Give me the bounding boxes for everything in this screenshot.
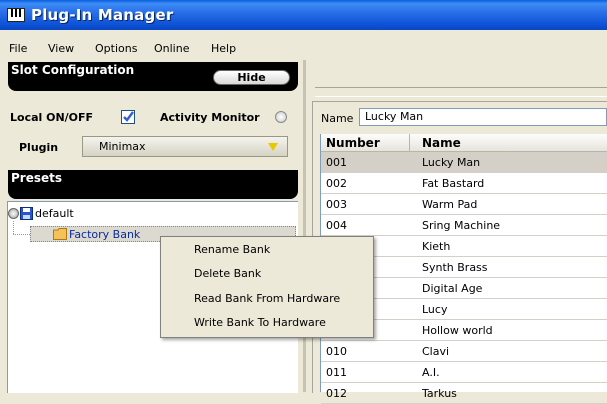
row-name: Sring Machine	[422, 219, 501, 232]
right-panel-groove	[315, 87, 607, 97]
menu-bar: File View Options Online Help	[0, 30, 607, 60]
table-row[interactable]: 012 Tarkus	[321, 383, 607, 404]
piano-keyboard-icon	[7, 8, 25, 22]
table-row[interactable]: 002 Fat Bastard	[321, 173, 607, 194]
menu-item-delete-bank[interactable]: Delete Bank	[194, 267, 261, 280]
table-row[interactable]: 001 Lucky Man	[321, 152, 607, 173]
tree-connector	[13, 221, 15, 234]
local-onoff-label: Local ON/OFF	[10, 111, 94, 124]
column-header-name[interactable]: Name	[422, 136, 461, 150]
context-menu: Rename Bank Delete Bank Read Bank From H…	[160, 236, 374, 338]
plugin-label: Plugin	[19, 141, 59, 154]
slot-config-title: Slot Configuration	[11, 63, 135, 77]
row-name: Lucky Man	[422, 156, 481, 169]
local-onoff-checkbox[interactable]	[121, 110, 135, 124]
plugin-select[interactable]: Minimax	[82, 136, 288, 157]
row-name: Warm Pad	[422, 198, 478, 211]
dropdown-arrow-icon	[268, 143, 278, 151]
table-row[interactable]: 011 A.I.	[321, 362, 607, 383]
row-number: 012	[326, 387, 347, 400]
row-name: Fat Bastard	[422, 177, 485, 190]
row-name: Tarkus	[422, 387, 457, 400]
folder-icon	[53, 228, 67, 240]
checkmark-icon	[123, 111, 134, 122]
column-divider[interactable]	[409, 134, 410, 151]
menu-online[interactable]: Online	[154, 42, 189, 55]
activity-monitor-indicator	[275, 111, 287, 123]
menu-item-read-bank[interactable]: Read Bank From Hardware	[194, 292, 340, 305]
row-number: 003	[326, 198, 347, 211]
row-number: 002	[326, 177, 347, 190]
table-header: Number Name	[321, 134, 607, 152]
bank-name-label: Name	[321, 112, 354, 125]
row-number: 004	[326, 219, 347, 232]
row-name: Hollow world	[422, 324, 493, 337]
presets-title: Presets	[11, 171, 63, 185]
table-row[interactable]: 004 Sring Machine	[321, 215, 607, 236]
expand-toggle-icon[interactable]	[8, 208, 19, 219]
row-number: 011	[326, 366, 347, 379]
hide-button[interactable]: Hide	[213, 70, 290, 85]
activity-monitor-label: Activity Monitor	[160, 111, 260, 124]
menu-help[interactable]: Help	[211, 42, 236, 55]
row-name: Kieth	[422, 240, 451, 253]
bank-name-input[interactable]: Lucky Man	[359, 108, 607, 126]
floppy-disk-icon	[20, 207, 33, 220]
row-number: 010	[326, 345, 347, 358]
presets-header: Presets	[8, 170, 298, 199]
row-name: Lucy	[422, 303, 448, 316]
table-row[interactable]: 003 Warm Pad	[321, 194, 607, 215]
window-title: Plug-In Manager	[31, 6, 174, 24]
plugin-select-value: Minimax	[99, 140, 146, 153]
column-header-number[interactable]: Number	[326, 136, 380, 150]
menu-item-write-bank[interactable]: Write Bank To Hardware	[194, 316, 326, 329]
row-name: Synth Brass	[422, 261, 488, 274]
title-bar: Plug-In Manager	[0, 0, 607, 30]
row-name: Clavi	[422, 345, 450, 358]
row-number: 001	[326, 156, 347, 169]
row-name: Digital Age	[422, 282, 483, 295]
menu-options[interactable]: Options	[95, 42, 137, 55]
tree-item-factory-bank-label: Factory Bank	[69, 228, 141, 241]
table-row[interactable]: 010 Clavi	[321, 341, 607, 362]
tree-connector	[13, 234, 30, 236]
menu-view[interactable]: View	[48, 42, 74, 55]
tree-item-default[interactable]: default	[35, 207, 74, 220]
bank-name-value: Lucky Man	[365, 110, 424, 123]
menu-item-rename-bank[interactable]: Rename Bank	[194, 243, 270, 256]
menu-file[interactable]: File	[9, 42, 27, 55]
row-name: A.I.	[422, 366, 440, 379]
